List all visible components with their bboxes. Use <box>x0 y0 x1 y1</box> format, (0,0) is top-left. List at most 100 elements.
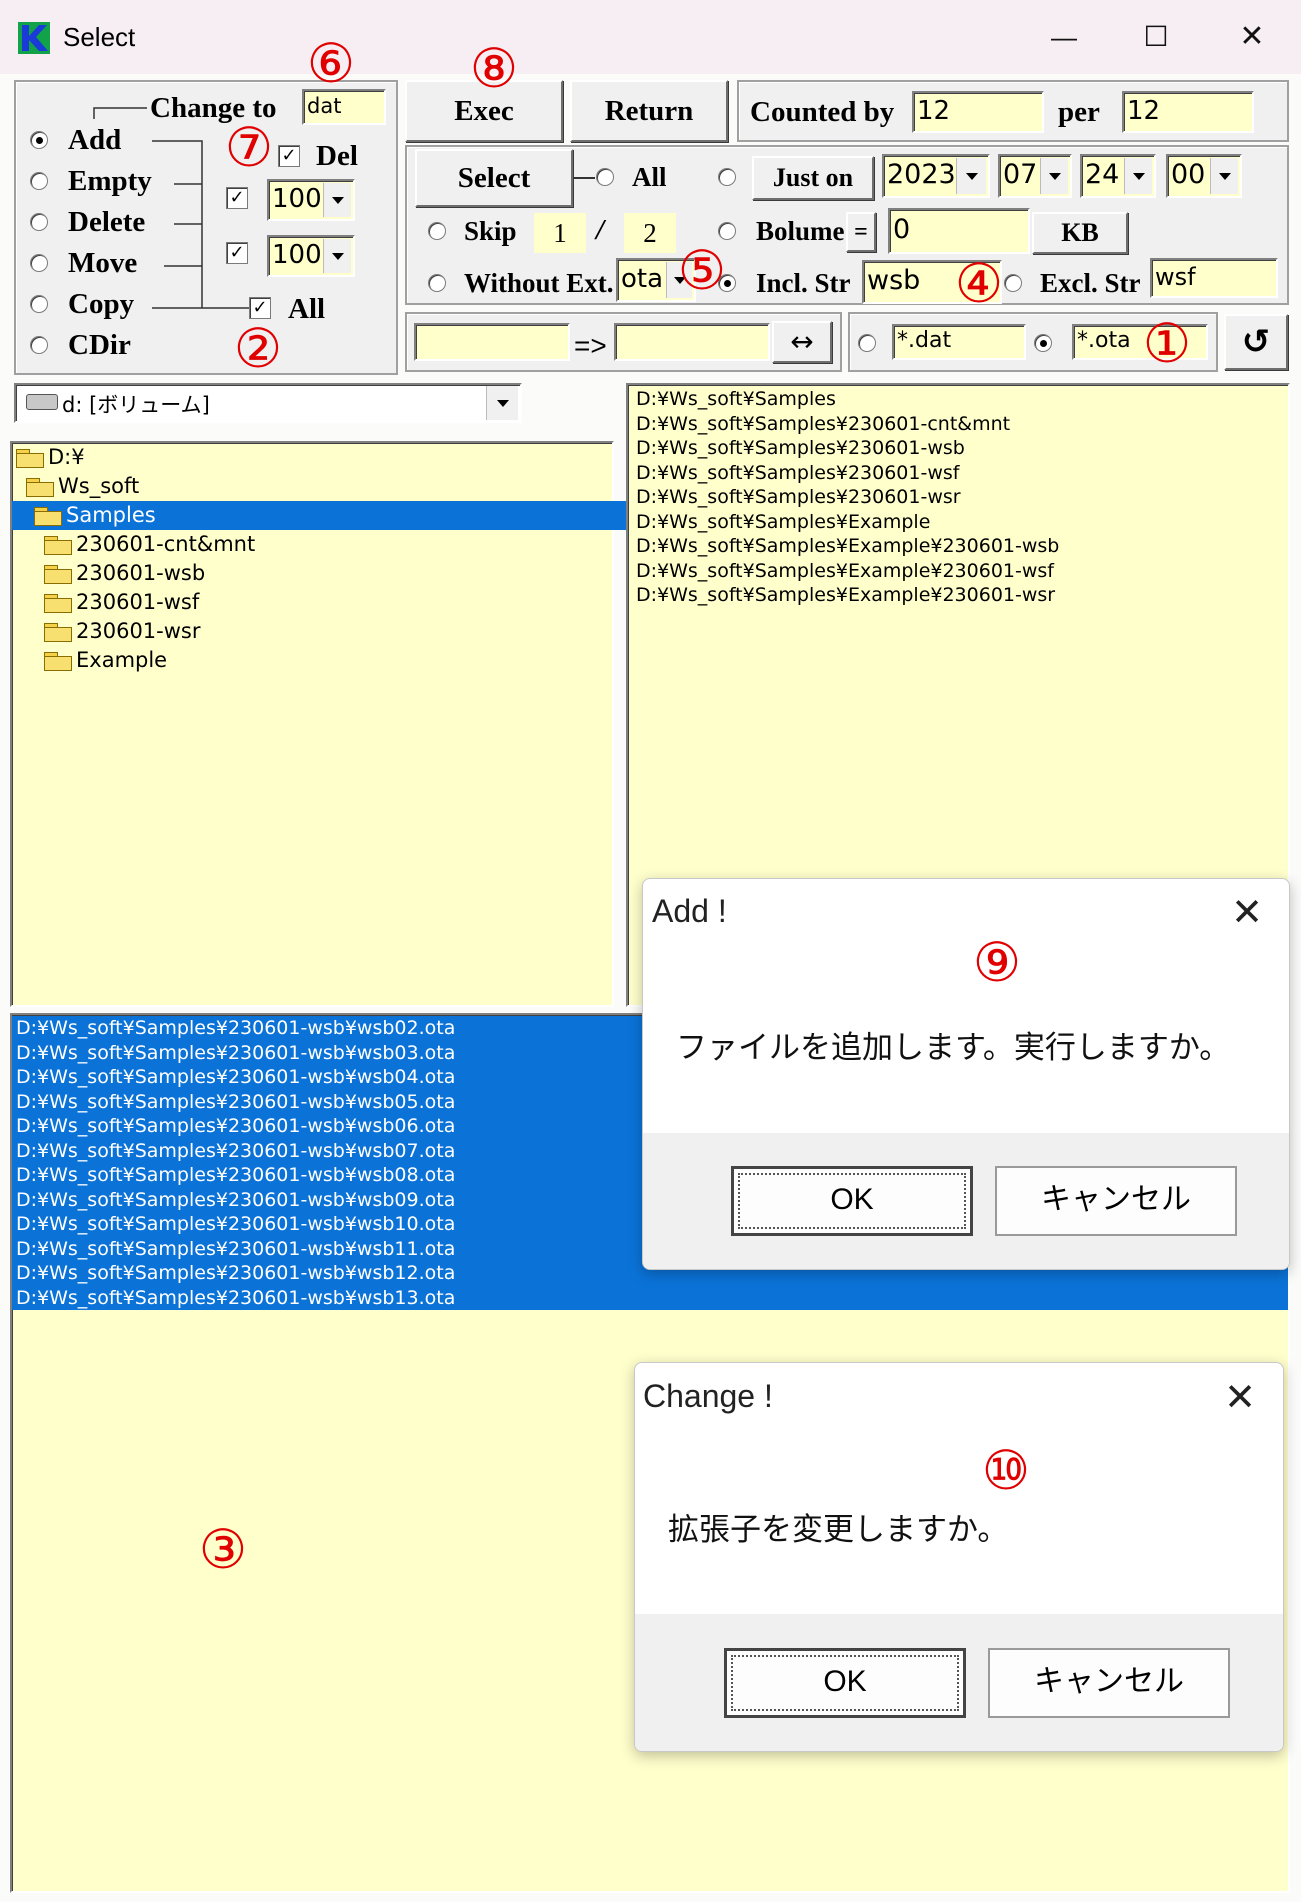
radio-skip[interactable] <box>428 222 446 240</box>
list-item[interactable]: D:¥Ws_soft¥Samples <box>636 387 1276 412</box>
change-dialog-ok-button[interactable]: OK <box>724 1648 966 1718</box>
kb-button[interactable]: KB <box>1032 212 1128 254</box>
annotation-8: ⑧ <box>469 37 519 100</box>
per-label: per <box>1058 96 1100 128</box>
size2-checkbox[interactable]: ✓ <box>226 242 248 264</box>
rename-from-input[interactable] <box>414 323 570 361</box>
list-item[interactable]: D:¥Ws_soft¥Samples¥Example¥230601-wsr <box>636 583 1276 608</box>
excl-str-input[interactable]: wsf <box>1150 258 1278 298</box>
radio-move[interactable] <box>30 254 48 272</box>
tree-item-label: Ws_soft <box>58 474 140 498</box>
title-bar <box>0 0 1301 74</box>
tree-item-label: 230601-wsf <box>76 590 200 614</box>
app-icon <box>18 22 50 54</box>
skip-label: Skip <box>464 216 517 246</box>
tree-item-5[interactable]: 230601-wsf <box>12 588 612 617</box>
radio-without-ext[interactable] <box>428 274 446 292</box>
tree-item-1[interactable]: Ws_soft <box>12 472 612 501</box>
hour-chevron-down-icon[interactable] <box>1210 158 1238 194</box>
annotation-5: ⑤ <box>677 239 727 302</box>
directory-list-items: D:¥Ws_soft¥Samples D:¥Ws_soft¥Samples¥23… <box>636 387 1276 608</box>
tree-item-label: Example <box>76 648 168 672</box>
add-dialog-close-icon[interactable]: ✕ <box>1222 893 1272 933</box>
radio-copy[interactable] <box>30 295 48 313</box>
size1-chevron-down-icon[interactable] <box>323 183 351 217</box>
month-chevron-down-icon[interactable] <box>1040 158 1068 194</box>
drive-label: d: [ボリューム] <box>62 393 210 417</box>
del-checkbox[interactable]: ✓ <box>278 145 300 167</box>
radio-just-on[interactable] <box>718 168 736 186</box>
filter-dat-input[interactable]: *.dat <box>892 324 1026 360</box>
radio-delete[interactable] <box>30 213 48 231</box>
bolume-input[interactable]: 0 <box>888 208 1030 254</box>
counted-by-label: Counted by <box>750 96 895 128</box>
annotation-4: ④ <box>954 252 1004 315</box>
bolume-label: Bolume <box>756 216 845 246</box>
drive-icon <box>26 394 58 410</box>
incl-str-label: Incl. Str <box>756 268 851 298</box>
add-dialog-cancel-button[interactable]: キャンセル <box>995 1166 1237 1236</box>
minimize-button[interactable]: — <box>1040 14 1088 60</box>
folder-icon <box>44 650 72 671</box>
list-item[interactable]: D:¥Ws_soft¥Samples¥Example¥230601-wsf <box>636 559 1276 584</box>
mode-label-delete: Delete <box>68 206 146 238</box>
add-dialog-title: Add ! <box>652 893 727 929</box>
close-button[interactable]: ✕ <box>1228 14 1276 60</box>
year-chevron-down-icon[interactable] <box>956 158 986 194</box>
radio-filter-ota[interactable] <box>1034 334 1052 352</box>
skip-b-input[interactable]: 2 <box>624 213 676 253</box>
list-item[interactable]: D:¥Ws_soft¥Samples¥230601-cnt&mnt <box>636 412 1276 437</box>
tree-item-4[interactable]: 230601-wsb <box>12 559 612 588</box>
radio-bolume[interactable] <box>718 222 736 240</box>
select-button[interactable]: Select <box>415 149 573 207</box>
bolume-operator-button[interactable]: = <box>846 212 876 252</box>
tree-item-2[interactable]: Samples <box>12 501 630 530</box>
list-item[interactable]: D:¥Ws_soft¥Samples¥230601-wsf <box>636 461 1276 486</box>
skip-a-input[interactable]: 1 <box>534 213 586 253</box>
size2-chevron-down-icon[interactable] <box>323 239 351 273</box>
annotation-7: ⑦ <box>224 116 274 179</box>
size1-checkbox[interactable]: ✓ <box>226 187 248 209</box>
maximize-button[interactable]: ☐ <box>1132 14 1180 60</box>
list-item[interactable]: D:¥Ws_soft¥Samples¥230601-wsb <box>636 436 1276 461</box>
just-on-button[interactable]: Just on <box>752 156 874 200</box>
change-dialog-close-icon[interactable]: ✕ <box>1215 1378 1265 1418</box>
drive-chevron-down-icon[interactable] <box>486 386 518 420</box>
radio-all[interactable] <box>596 168 614 186</box>
radio-add[interactable] <box>30 131 48 149</box>
skip-separator: / <box>596 214 605 246</box>
per-input[interactable]: 12 <box>1122 91 1254 133</box>
annotation-1: ① <box>1142 312 1192 375</box>
swap-arrows-icon[interactable]: ↔ <box>772 321 832 363</box>
folder-open-icon <box>34 505 62 526</box>
all-checkbox[interactable]: ✓ <box>249 297 271 319</box>
add-dialog-ok-button[interactable]: OK <box>731 1166 973 1236</box>
change-dialog-message: 拡張子を変更しますか。 <box>668 1512 1009 1547</box>
change-dialog-cancel-button[interactable]: キャンセル <box>988 1648 1230 1718</box>
return-button[interactable]: Return <box>570 80 728 142</box>
annotation-3: ③ <box>198 1518 248 1581</box>
rename-to-input[interactable] <box>614 323 770 361</box>
day-chevron-down-icon[interactable] <box>1124 158 1152 194</box>
rename-arrow: => <box>574 330 607 361</box>
tree-item-6[interactable]: 230601-wsr <box>12 617 612 646</box>
tree-item-3[interactable]: 230601-cnt&mnt <box>12 530 612 559</box>
list-item[interactable]: D:¥Ws_soft¥Samples¥Example¥230601-wsb <box>636 534 1276 559</box>
radio-filter-dat[interactable] <box>858 334 876 352</box>
tree-item-label: 230601-cnt&mnt <box>76 532 256 556</box>
radio-empty[interactable] <box>30 172 48 190</box>
annotation-10: ⑩ <box>981 1439 1031 1502</box>
list-item[interactable]: D:¥Ws_soft¥Samples¥Example <box>636 510 1276 535</box>
list-item[interactable]: D:¥Ws_soft¥Samples¥230601-wsr <box>636 485 1276 510</box>
tree-item-label: 230601-wsb <box>76 561 206 585</box>
tree-item-label: 230601-wsr <box>76 619 201 643</box>
refresh-icon[interactable]: ↺ <box>1224 314 1288 370</box>
counted-by-input[interactable]: 12 <box>912 91 1044 133</box>
tree-item-label: D:¥ <box>48 445 85 469</box>
folder-open-icon <box>16 447 44 468</box>
annotation-2: ② <box>233 317 283 380</box>
radio-cdir[interactable] <box>30 336 48 354</box>
tree-item-0[interactable]: D:¥ <box>12 443 612 472</box>
table-row[interactable]: D:¥Ws_soft¥Samples¥230601-wsb¥wsb13.ota <box>12 1285 1288 1310</box>
tree-item-7[interactable]: Example <box>12 646 612 675</box>
